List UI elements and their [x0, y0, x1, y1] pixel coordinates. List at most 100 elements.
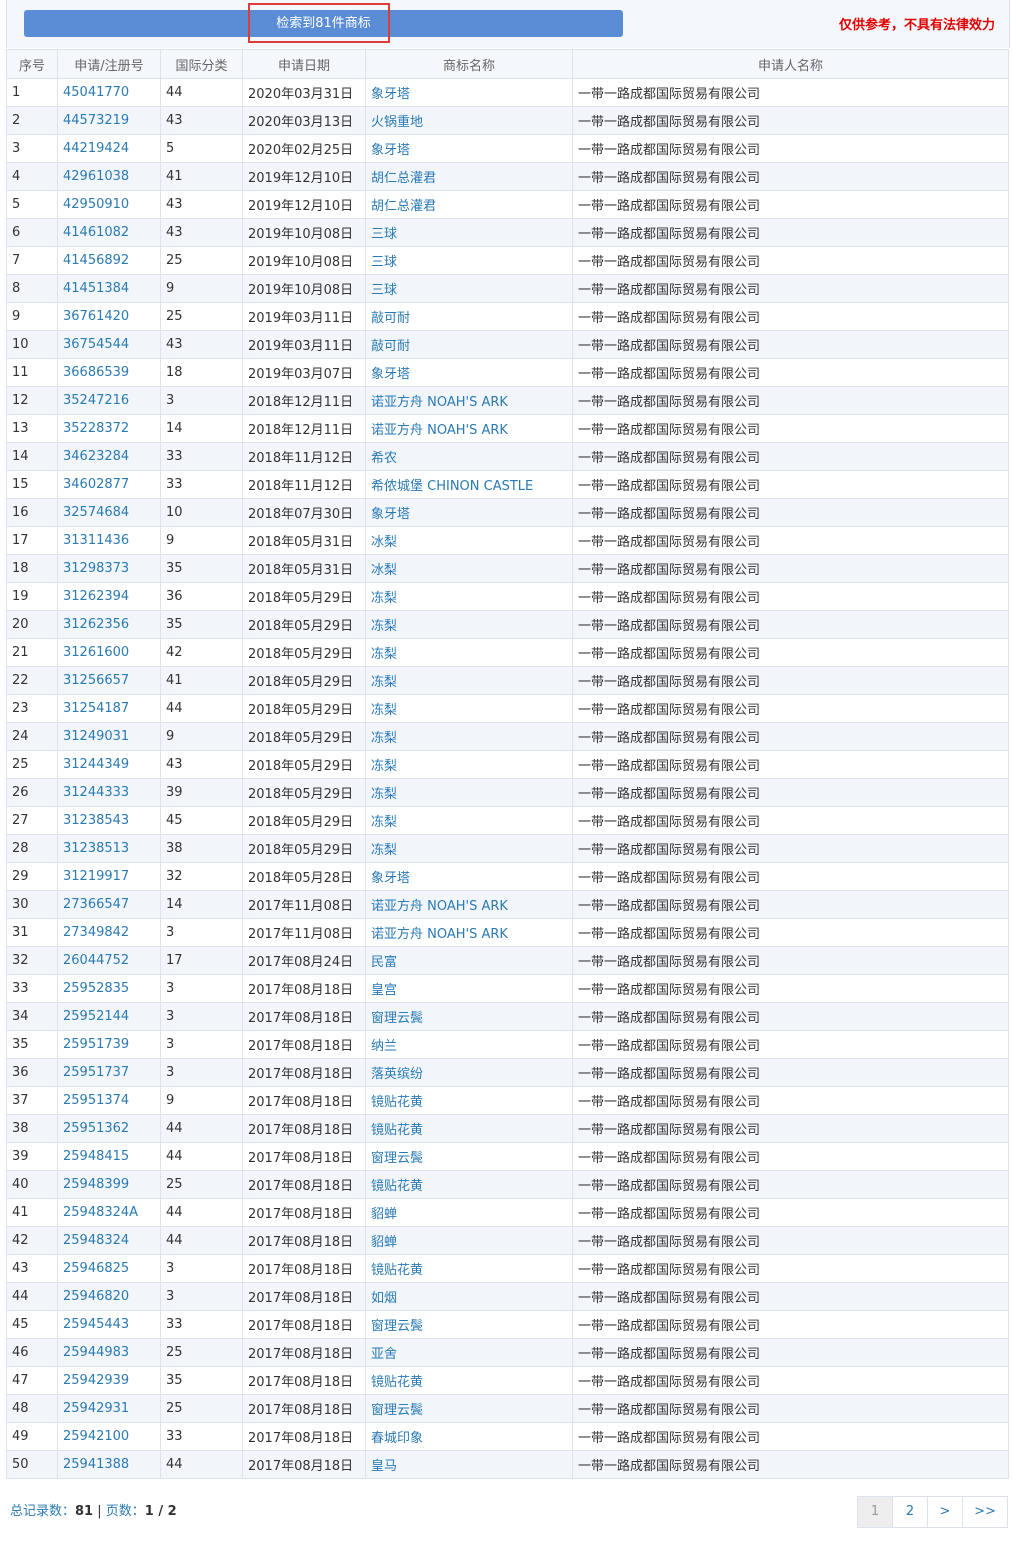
trademark-name-link[interactable]: 亚舍 — [365, 1338, 573, 1367]
last-page-button[interactable]: >> — [962, 1496, 1008, 1528]
application-number-link[interactable]: 34602877 — [57, 470, 161, 499]
application-number-link[interactable]: 44573219 — [57, 106, 161, 135]
application-number-link[interactable]: 27366547 — [57, 890, 161, 919]
trademark-name-link[interactable]: 窗理云鬓 — [365, 1394, 573, 1423]
application-number-link[interactable]: 31254187 — [57, 694, 161, 723]
application-number-link[interactable]: 44219424 — [57, 134, 161, 163]
application-number-link[interactable]: 26044752 — [57, 946, 161, 975]
trademark-name-link[interactable]: 冻梨 — [365, 610, 573, 639]
application-number-link[interactable]: 31249031 — [57, 722, 161, 751]
trademark-name-link[interactable]: 冻梨 — [365, 834, 573, 863]
application-number-link[interactable]: 41461082 — [57, 218, 161, 247]
application-number-link[interactable]: 25942931 — [57, 1394, 161, 1423]
application-number-link[interactable]: 25945443 — [57, 1310, 161, 1339]
application-number-link[interactable]: 25948324A — [57, 1198, 161, 1227]
application-number-link[interactable]: 42961038 — [57, 162, 161, 191]
trademark-name-link[interactable]: 象牙塔 — [365, 134, 573, 163]
application-number-link[interactable]: 25946825 — [57, 1254, 161, 1283]
application-number-link[interactable]: 31262356 — [57, 610, 161, 639]
trademark-name-link[interactable]: 三球 — [365, 246, 573, 275]
application-number-link[interactable]: 31298373 — [57, 554, 161, 583]
trademark-name-link[interactable]: 胡仁总灌君 — [365, 162, 573, 191]
trademark-name-link[interactable]: 火锅重地 — [365, 106, 573, 135]
next-page-button[interactable]: > — [927, 1496, 963, 1528]
application-number-link[interactable]: 32574684 — [57, 498, 161, 527]
trademark-name-link[interactable]: 冻梨 — [365, 778, 573, 807]
application-number-link[interactable]: 41456892 — [57, 246, 161, 275]
col-header-applicant[interactable]: 申请人名称 — [572, 49, 1009, 79]
trademark-name-link[interactable]: 冻梨 — [365, 694, 573, 723]
application-number-link[interactable]: 31261600 — [57, 638, 161, 667]
trademark-name-link[interactable]: 胡仁总灌君 — [365, 190, 573, 219]
trademark-name-link[interactable]: 民富 — [365, 946, 573, 975]
trademark-name-link[interactable]: 希侬城堡 CHINON CASTLE — [365, 470, 573, 499]
application-number-link[interactable]: 31256657 — [57, 666, 161, 695]
trademark-name-link[interactable]: 敲可耐 — [365, 330, 573, 359]
trademark-name-link[interactable]: 镜贴花黄 — [365, 1114, 573, 1143]
trademark-name-link[interactable]: 三球 — [365, 218, 573, 247]
application-number-link[interactable]: 25952144 — [57, 1002, 161, 1031]
page-button-1[interactable]: 1 — [857, 1496, 893, 1528]
application-number-link[interactable]: 25952835 — [57, 974, 161, 1003]
application-number-link[interactable]: 34623284 — [57, 442, 161, 471]
application-number-link[interactable]: 25948324 — [57, 1226, 161, 1255]
trademark-name-link[interactable]: 貂蝉 — [365, 1198, 573, 1227]
trademark-name-link[interactable]: 诺亚方舟 NOAH'S ARK — [365, 414, 573, 443]
application-number-link[interactable]: 35228372 — [57, 414, 161, 443]
trademark-name-link[interactable]: 冻梨 — [365, 582, 573, 611]
application-number-link[interactable]: 25941388 — [57, 1450, 161, 1479]
trademark-name-link[interactable]: 冻梨 — [365, 722, 573, 751]
trademark-name-link[interactable]: 诺亚方舟 NOAH'S ARK — [365, 918, 573, 947]
trademark-name-link[interactable]: 诺亚方舟 NOAH'S ARK — [365, 890, 573, 919]
col-header-index[interactable]: 序号 — [6, 49, 58, 79]
col-header-class[interactable]: 国际分类 — [160, 49, 243, 79]
application-number-link[interactable]: 27349842 — [57, 918, 161, 947]
trademark-name-link[interactable]: 象牙塔 — [365, 78, 573, 107]
trademark-name-link[interactable]: 貂蝉 — [365, 1226, 573, 1255]
trademark-name-link[interactable]: 如烟 — [365, 1282, 573, 1311]
col-header-mark-name[interactable]: 商标名称 — [365, 49, 573, 79]
trademark-name-link[interactable]: 冻梨 — [365, 750, 573, 779]
application-number-link[interactable]: 31219917 — [57, 862, 161, 891]
application-number-link[interactable]: 35247216 — [57, 386, 161, 415]
application-number-link[interactable]: 25951739 — [57, 1030, 161, 1059]
trademark-name-link[interactable]: 三球 — [365, 274, 573, 303]
application-number-link[interactable]: 25948399 — [57, 1170, 161, 1199]
application-number-link[interactable]: 25951362 — [57, 1114, 161, 1143]
trademark-name-link[interactable]: 落英缤纷 — [365, 1058, 573, 1087]
trademark-name-link[interactable]: 窗理云鬓 — [365, 1002, 573, 1031]
trademark-name-link[interactable]: 冻梨 — [365, 638, 573, 667]
application-number-link[interactable]: 25946820 — [57, 1282, 161, 1311]
trademark-name-link[interactable]: 敲可耐 — [365, 302, 573, 331]
application-number-link[interactable]: 36686539 — [57, 358, 161, 387]
trademark-name-link[interactable]: 窗理云鬓 — [365, 1142, 573, 1171]
col-header-app-number[interactable]: 申请/注册号 — [57, 49, 161, 79]
trademark-name-link[interactable]: 镜贴花黄 — [365, 1086, 573, 1115]
application-number-link[interactable]: 36761420 — [57, 302, 161, 331]
application-number-link[interactable]: 36754544 — [57, 330, 161, 359]
trademark-name-link[interactable]: 纳兰 — [365, 1030, 573, 1059]
application-number-link[interactable]: 25951374 — [57, 1086, 161, 1115]
trademark-name-link[interactable]: 皇马 — [365, 1450, 573, 1479]
trademark-name-link[interactable]: 冰梨 — [365, 554, 573, 583]
application-number-link[interactable]: 42950910 — [57, 190, 161, 219]
trademark-name-link[interactable]: 冻梨 — [365, 806, 573, 835]
application-number-link[interactable]: 25951737 — [57, 1058, 161, 1087]
application-number-link[interactable]: 31311436 — [57, 526, 161, 555]
trademark-name-link[interactable]: 窗理云鬓 — [365, 1310, 573, 1339]
page-button-2[interactable]: 2 — [892, 1496, 928, 1528]
application-number-link[interactable]: 31244349 — [57, 750, 161, 779]
trademark-name-link[interactable]: 冻梨 — [365, 666, 573, 695]
trademark-name-link[interactable]: 象牙塔 — [365, 862, 573, 891]
trademark-name-link[interactable]: 春城印象 — [365, 1422, 573, 1451]
trademark-name-link[interactable]: 冰梨 — [365, 526, 573, 555]
trademark-name-link[interactable]: 象牙塔 — [365, 498, 573, 527]
trademark-name-link[interactable]: 镜贴花黄 — [365, 1170, 573, 1199]
application-number-link[interactable]: 31244333 — [57, 778, 161, 807]
application-number-link[interactable]: 45041770 — [57, 78, 161, 107]
col-header-date[interactable]: 申请日期 — [242, 49, 366, 79]
application-number-link[interactable]: 31262394 — [57, 582, 161, 611]
trademark-name-link[interactable]: 皇宫 — [365, 974, 573, 1003]
application-number-link[interactable]: 41451384 — [57, 274, 161, 303]
trademark-name-link[interactable]: 希农 — [365, 442, 573, 471]
